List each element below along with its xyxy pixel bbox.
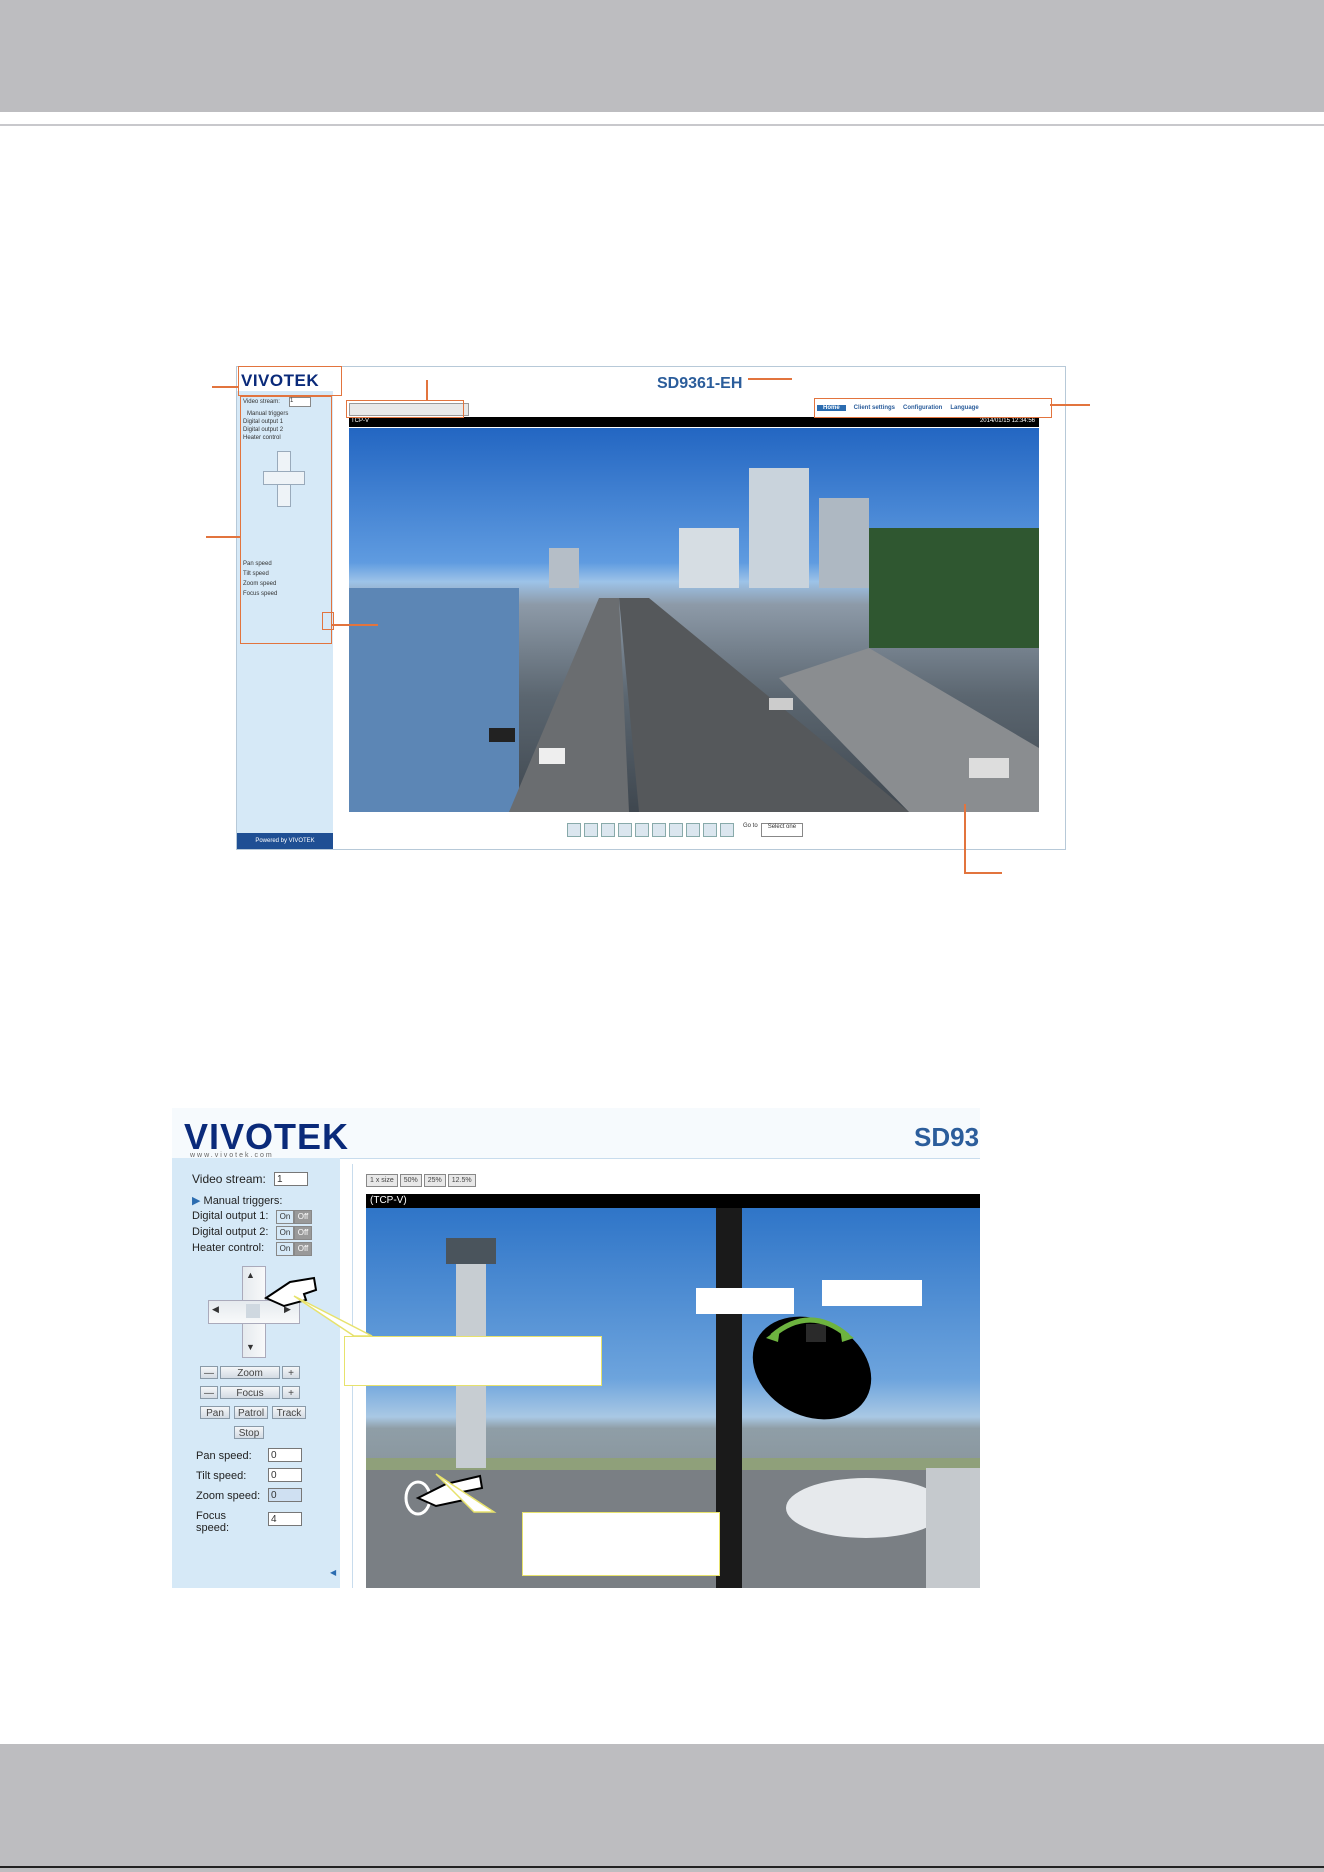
- callout-box-video: [522, 1512, 720, 1576]
- zoom-speed-select[interactable]: 0: [268, 1488, 302, 1502]
- top-band: [0, 0, 1324, 112]
- volume-icon[interactable]: [652, 823, 666, 837]
- ptz-control-screenshot: VIVOTEK www.vivotek.com SD93 Video strea…: [172, 1108, 980, 1588]
- callout-box-wheel-right: [822, 1280, 922, 1306]
- pan-left-icon[interactable]: ◀: [212, 1304, 219, 1315]
- focus-speed-label: Focus speed:: [196, 1510, 230, 1534]
- video-stream-label: Video stream:: [192, 1172, 266, 1186]
- video-stream-select[interactable]: 1: [274, 1172, 308, 1186]
- callout-box-nav: [814, 398, 1052, 418]
- callout-line-size: [426, 380, 428, 400]
- zoom-out-button[interactable]: —: [200, 1366, 218, 1379]
- header-bar: VIVOTEK www.vivotek.com SD93: [172, 1108, 980, 1159]
- pause-icon[interactable]: [601, 823, 615, 837]
- goto-label: Go to: [743, 823, 758, 829]
- fullscreen-icon[interactable]: [720, 823, 734, 837]
- snapshot-icon[interactable]: [567, 823, 581, 837]
- pan-speed-select[interactable]: 0: [268, 1448, 302, 1462]
- callout-line-panel: [206, 536, 240, 538]
- pan-button[interactable]: Pan: [200, 1406, 230, 1419]
- bottom-rule: [0, 1866, 1324, 1868]
- manual-triggers-label[interactable]: ▶ Manual triggers:: [192, 1194, 282, 1207]
- powered-by-footer: Powered by VIVOTEK: [237, 833, 333, 849]
- size-25-button[interactable]: 25%: [423, 1174, 446, 1187]
- home-icon[interactable]: [246, 1304, 260, 1318]
- callout-box-logo: [238, 366, 342, 396]
- stop-button[interactable]: Stop: [234, 1426, 264, 1439]
- video-timestamp: 2014/01/15 12:34:56: [979, 418, 1035, 424]
- size-50-button[interactable]: 50%: [399, 1174, 422, 1187]
- top-rule: [0, 124, 1324, 126]
- stop-icon[interactable]: [618, 823, 632, 837]
- digital-output-2-toggle[interactable]: On Off: [276, 1226, 312, 1240]
- video-title-bar: (TCP-V): [366, 1194, 980, 1208]
- tilt-speed-select[interactable]: 0: [268, 1468, 302, 1482]
- video-label: TCP-V: [351, 418, 369, 424]
- mute-icon[interactable]: [669, 823, 683, 837]
- callout-line-collapse: [332, 624, 378, 626]
- focus-speed-select[interactable]: 4: [268, 1512, 302, 1526]
- talk-icon[interactable]: [686, 823, 700, 837]
- live-view-screenshot: Video stream: 1 Manual triggers Digital …: [236, 366, 1066, 850]
- track-button[interactable]: Track: [272, 1406, 306, 1419]
- zoom-label: Zoom: [220, 1366, 280, 1379]
- heater-control-label: Heater control:: [192, 1242, 265, 1254]
- mic-icon[interactable]: [703, 823, 717, 837]
- tilt-up-icon[interactable]: ▲: [246, 1270, 255, 1280]
- goto-select[interactable]: Select one: [760, 823, 804, 837]
- live-video-stream[interactable]: [349, 428, 1039, 812]
- view-size-buttons: 1 x size 50% 25% 12.5%: [366, 1174, 476, 1187]
- patrol-button[interactable]: Patrol: [234, 1406, 268, 1419]
- callout-box-panel: [240, 396, 332, 644]
- video-control-toolbar: Go to Select one: [567, 823, 804, 837]
- page-title: SD9361-EH: [657, 375, 743, 392]
- tilt-speed-label: Tilt speed:: [196, 1470, 247, 1482]
- callout-line-title: [748, 378, 792, 380]
- page-title: SD93: [914, 1122, 980, 1152]
- collapse-arrow-icon[interactable]: ◀: [330, 1568, 336, 1577]
- zoom-speed-label: Zoom speed:: [196, 1490, 261, 1502]
- scroll-arrows-icon: [766, 1317, 854, 1342]
- callout-line-video-end: [964, 872, 1002, 874]
- focus-near-button[interactable]: —: [200, 1386, 218, 1399]
- size-12-button[interactable]: 12.5%: [447, 1174, 476, 1187]
- bottom-band: [0, 1744, 1324, 1872]
- callout-line-video: [964, 804, 966, 872]
- pan-speed-label: Pan speed:: [196, 1450, 252, 1462]
- callout-box-size: [346, 400, 464, 418]
- callout-line-logo: [212, 386, 238, 388]
- video-title-bar: TCP-V 2014/01/15 12:34:56: [349, 417, 1039, 427]
- highway-city-scene: [349, 468, 1039, 812]
- callout-box-pad: [344, 1336, 602, 1386]
- record-icon[interactable]: [635, 823, 649, 837]
- digital-output-1-label: Digital output 1:: [192, 1210, 269, 1222]
- focus-label: Focus: [220, 1386, 280, 1399]
- zoom-icon[interactable]: [584, 823, 598, 837]
- tilt-down-icon[interactable]: ▼: [246, 1342, 255, 1352]
- heater-control-toggle[interactable]: On Off: [276, 1242, 312, 1256]
- callout-box-collapse: [322, 612, 334, 630]
- digital-output-1-toggle[interactable]: On Off: [276, 1210, 312, 1224]
- size-1x-button[interactable]: 1 x size: [366, 1174, 398, 1187]
- digital-output-2-label: Digital output 2:: [192, 1226, 269, 1238]
- callout-line-nav: [1050, 404, 1090, 406]
